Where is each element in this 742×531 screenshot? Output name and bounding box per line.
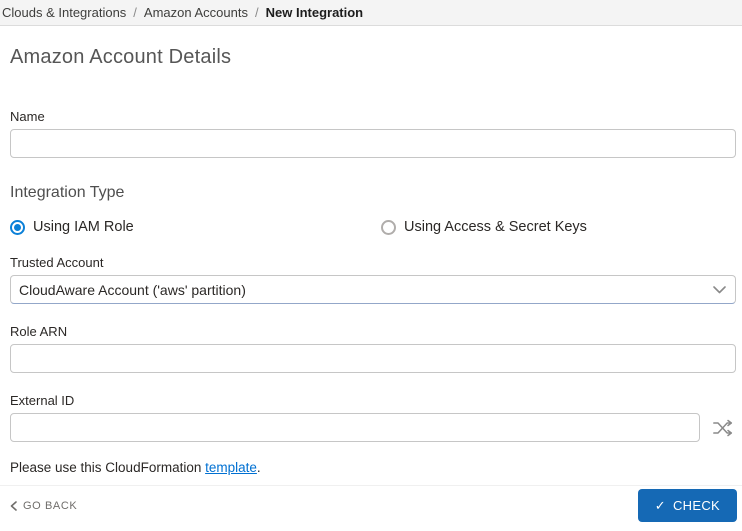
iam-role-radio-label[interactable]: Using IAM Role (33, 219, 134, 235)
trusted-account-label: Trusted Account (10, 255, 736, 270)
breadcrumb: Clouds & Integrations / Amazon Accounts … (0, 0, 742, 26)
cloudformation-note: Please use this CloudFormation template. (10, 460, 736, 475)
breadcrumb-item-clouds-integrations[interactable]: Clouds & Integrations (2, 5, 126, 20)
regenerate-external-id-button[interactable] (711, 417, 735, 439)
go-back-button[interactable]: GO BACK (10, 500, 77, 512)
external-id-row (10, 413, 736, 442)
cloudformation-template-link[interactable]: template (205, 460, 257, 475)
page-title: Amazon Account Details (10, 46, 736, 69)
footer-actions: GO BACK ✓ CHECK (0, 485, 742, 531)
trusted-account-select-wrap: CloudAware Account ('aws' partition) (10, 275, 736, 304)
access-secret-keys-radio-label[interactable]: Using Access & Secret Keys (404, 219, 587, 235)
name-input[interactable] (10, 129, 736, 158)
go-back-label: GO BACK (23, 500, 77, 512)
cloudformation-note-text: Please use this CloudFormation (10, 460, 205, 475)
breadcrumb-item-new-integration: New Integration (266, 5, 364, 20)
trusted-account-select[interactable]: CloudAware Account ('aws' partition) (10, 275, 736, 304)
access-secret-keys-radio[interactable] (381, 220, 396, 235)
breadcrumb-item-amazon-accounts[interactable]: Amazon Accounts (144, 5, 248, 20)
cloudformation-note-period: . (257, 460, 261, 475)
check-button[interactable]: ✓ CHECK (638, 489, 737, 522)
role-arn-label: Role ARN (10, 324, 736, 339)
name-label: Name (10, 109, 736, 124)
role-arn-field-group: Role ARN (10, 324, 736, 373)
breadcrumb-separator: / (255, 5, 259, 20)
check-icon: ✓ (655, 498, 666, 514)
breadcrumb-separator: / (133, 5, 137, 20)
form-container: Amazon Account Details Name Integration … (0, 46, 742, 475)
integration-type-heading: Integration Type (10, 184, 736, 202)
role-arn-input[interactable] (10, 344, 736, 373)
integration-type-options: Using IAM Role Using Access & Secret Key… (10, 219, 736, 235)
iam-role-radio[interactable] (10, 220, 25, 235)
shuffle-icon (713, 419, 733, 437)
external-id-field-group: External ID (10, 393, 736, 442)
external-id-input[interactable] (10, 413, 700, 442)
name-field-group: Name (10, 109, 736, 158)
trusted-account-field-group: Trusted Account CloudAware Account ('aws… (10, 255, 736, 304)
radio-option-iam-role[interactable]: Using IAM Role (10, 219, 381, 235)
radio-option-access-keys[interactable]: Using Access & Secret Keys (381, 219, 587, 235)
chevron-left-icon (10, 501, 17, 511)
external-id-label: External ID (10, 393, 736, 408)
check-button-label: CHECK (673, 498, 720, 513)
